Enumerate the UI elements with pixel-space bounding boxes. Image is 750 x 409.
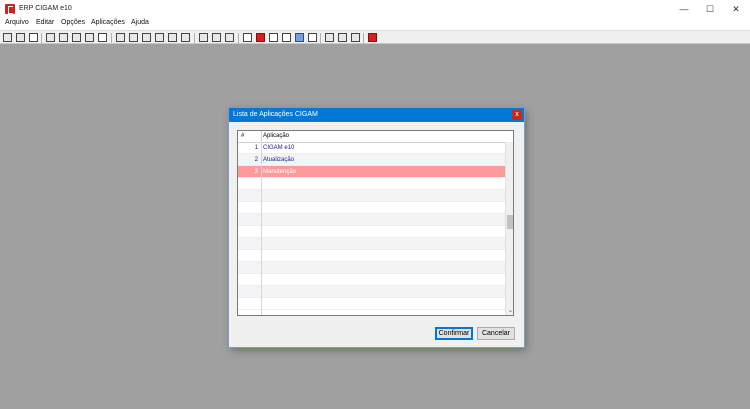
- toolbar-separator: [320, 33, 321, 43]
- form-4-icon[interactable]: [295, 33, 304, 42]
- row-application: Atualização: [263, 157, 295, 163]
- chart-icon[interactable]: [46, 33, 55, 42]
- menu-editar[interactable]: Editar: [36, 19, 54, 26]
- cut-icon[interactable]: [325, 33, 334, 42]
- print-icon[interactable]: [225, 33, 234, 42]
- empty-row: [238, 190, 505, 202]
- row-application: CIGAM e10: [263, 145, 295, 151]
- empty-row: [238, 238, 505, 250]
- empty-row: [238, 214, 505, 226]
- minimize-button[interactable]: —: [671, 0, 697, 18]
- confirm-button[interactable]: Confirmar: [435, 327, 473, 340]
- edit-icon[interactable]: [142, 33, 151, 42]
- chart-2-icon[interactable]: [59, 33, 68, 42]
- row-application: Manutenção: [263, 169, 297, 175]
- paste-window-icon[interactable]: [129, 33, 138, 42]
- cigam-app-icon: [5, 4, 15, 14]
- maximize-button[interactable]: ☐: [697, 0, 723, 18]
- empty-row: [238, 286, 505, 298]
- cancel-button[interactable]: Cancelar: [477, 327, 515, 340]
- menu-ajuda[interactable]: Ajuda: [131, 19, 149, 26]
- empty-row: [238, 262, 505, 274]
- cigam-logo-icon[interactable]: [368, 33, 377, 42]
- row-number: 3: [254, 169, 258, 175]
- column-header-application[interactable]: Aplicação: [263, 133, 289, 139]
- report-icon[interactable]: [85, 33, 94, 42]
- menu-aplicacoes[interactable]: Aplicações: [91, 19, 125, 26]
- empty-row: [238, 178, 505, 190]
- empty-row: [238, 202, 505, 214]
- form-red-icon[interactable]: [256, 33, 265, 42]
- menu-arquivo[interactable]: Arquivo: [5, 19, 29, 26]
- toolbar-separator: [194, 33, 195, 43]
- tile-icon[interactable]: [212, 33, 221, 42]
- scroll-down-icon[interactable]: ⌄: [506, 307, 513, 314]
- dialog-close-button[interactable]: x: [512, 110, 522, 120]
- dialog-titlebar: Lista de Aplicações CIGAM x: [229, 108, 524, 122]
- window-title: ERP CIGAM e10: [19, 5, 72, 12]
- vertical-scrollbar[interactable]: ⌄: [505, 142, 513, 315]
- empty-row: [238, 250, 505, 262]
- menu-bar: Arquivo Editar Opções Aplicações Ajuda: [0, 18, 750, 30]
- scrollbar-thumb[interactable]: [507, 215, 513, 229]
- row-number: 1: [254, 145, 258, 151]
- empty-row: [238, 226, 505, 238]
- window-icon[interactable]: [29, 33, 38, 42]
- form-icon[interactable]: [243, 33, 252, 42]
- form-3-icon[interactable]: [282, 33, 291, 42]
- empty-row: [238, 274, 505, 286]
- app-list-dialog: Lista de Aplicações CIGAM x # Aplicação …: [229, 108, 524, 347]
- column-header-number[interactable]: #: [241, 133, 244, 139]
- cascade-icon[interactable]: [199, 33, 208, 42]
- document-icon[interactable]: [98, 33, 107, 42]
- open-icon[interactable]: [16, 33, 25, 42]
- dialog-title: Lista de Aplicações CIGAM: [233, 111, 318, 118]
- table-row-selected[interactable]: 3 Manutenção: [238, 166, 505, 178]
- sort-icon[interactable]: [181, 33, 190, 42]
- applications-grid[interactable]: # Aplicação 1 CIGAM e10 2 Atualização 3 …: [237, 130, 514, 316]
- toolbar-separator: [111, 33, 112, 43]
- grid-icon[interactable]: [168, 33, 177, 42]
- row-number: 2: [254, 157, 258, 163]
- table-row[interactable]: 1 CIGAM e10: [238, 142, 505, 154]
- menu-opcoes[interactable]: Opções: [61, 19, 85, 26]
- toolbar: [0, 30, 750, 44]
- monitor-icon[interactable]: [72, 33, 81, 42]
- column-divider: [261, 131, 262, 315]
- table-row[interactable]: 2 Atualização: [238, 154, 505, 166]
- paste-icon[interactable]: [351, 33, 360, 42]
- copy-window-icon[interactable]: [116, 33, 125, 42]
- pin-icon[interactable]: [155, 33, 164, 42]
- empty-row: [238, 298, 505, 310]
- window-titlebar: ERP CIGAM e10 — ☐ ✕: [0, 0, 750, 18]
- toolbar-separator: [41, 33, 42, 43]
- form-2-icon[interactable]: [269, 33, 278, 42]
- copy-icon[interactable]: [338, 33, 347, 42]
- toolbar-separator: [363, 33, 364, 43]
- open-folder-icon[interactable]: [3, 33, 12, 42]
- toolbar-separator: [238, 33, 239, 43]
- close-button[interactable]: ✕: [723, 0, 749, 18]
- form-5-icon[interactable]: [308, 33, 317, 42]
